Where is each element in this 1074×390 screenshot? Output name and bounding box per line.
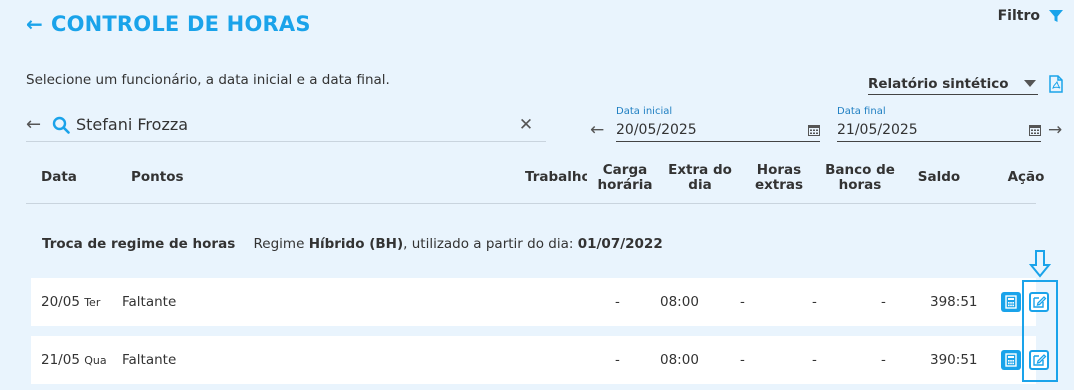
col-header-extra: Extra do dia [664,163,736,193]
start-date-label: Data inicial [616,106,673,117]
chevron-down-icon [1024,80,1036,87]
regime-prefix: Regime [253,236,309,252]
end-date-value[interactable]: 21/05/2025 [837,122,918,138]
calculator-icon[interactable] [1001,292,1021,312]
col-header-extra-line1: Extra do [668,162,732,178]
report-type-value: Relatório sintético [868,75,1009,92]
search-icon [52,116,70,134]
row-saldo: 398:51 [930,294,978,310]
row-carga: 08:00 [660,352,699,368]
row-date-value: 20/05 [41,294,80,310]
col-header-carga-line1: Carga [602,162,648,178]
page-title: CONTROLE DE HORAS [50,12,311,36]
row-pontos: Faltante [122,294,177,310]
clear-icon[interactable]: ✕ [506,115,546,135]
row-weekday: Qua [84,354,107,367]
col-header-trabalho: Trabalho [525,170,587,185]
employee-search-input[interactable]: Stefani Frozza [76,115,506,134]
filter-label: Filtro [997,8,1040,24]
table-header: Data Pontos Trabalho Carga horária Extra… [26,160,1044,204]
col-header-acao: Ação [1007,169,1045,185]
report-type-select[interactable]: Relatório sintético [868,73,1038,95]
col-header-extra-line2: dia [688,177,712,193]
regime-middle: , utilizado a partir do dia: [403,236,578,252]
row-extra: - [740,352,745,368]
col-header-pontos: Pontos [131,169,184,185]
instruction-text: Selecione um funcionário, a data inicial… [26,72,390,88]
regime-change-label: Troca de regime de horas [42,236,236,252]
row-date: 20/05 Ter [41,294,100,310]
end-date-field[interactable]: Data final 21/05/2025 [837,106,1041,142]
row-banco: - [881,352,886,368]
calculator-icon[interactable] [1001,350,1021,370]
col-header-data: Data [41,169,77,185]
col-header-carga: Carga horária [590,163,660,193]
row-pontos: Faltante [122,352,177,368]
row-trabalho: - [615,294,620,310]
end-date-label: Data final [837,106,886,117]
row-horas-extras: - [812,294,817,310]
col-header-carga-line2: horária [597,177,653,193]
col-header-banco: Banco de horas [821,163,899,193]
previous-employee-icon[interactable]: ← [26,114,52,135]
col-header-horas-extras: Horas extras [742,163,816,193]
employee-selector: ← Stefani Frozza ✕ [26,108,546,142]
col-header-saldo: Saldo [917,169,961,185]
filter-icon [1049,10,1063,22]
start-date-field[interactable]: Data inicial 20/05/2025 [616,106,820,142]
calendar-icon[interactable] [1029,124,1041,136]
row-trabalho: - [615,352,620,368]
row-saldo: 390:51 [930,352,978,368]
row-weekday: Ter [84,296,101,309]
col-header-horas-line2: extras [754,177,804,193]
start-date-value[interactable]: 20/05/2025 [616,122,697,138]
row-carga: 08:00 [660,294,699,310]
table-row: 20/05 Ter Faltante - 08:00 - - - 398:51 [31,278,1049,326]
col-header-horas-line1: Horas [756,162,802,178]
col-header-banco-line2: horas [838,177,882,193]
previous-period-icon[interactable]: ← [590,120,604,140]
next-period-icon[interactable]: → [1048,120,1062,140]
pdf-icon[interactable] [1048,75,1064,93]
col-header-banco-line1: Banco de [825,162,895,178]
regime-date: 01/07/2022 [577,236,663,252]
regime-change-info: Troca de regime de horas Regime Híbrido … [42,236,663,252]
row-horas-extras: - [812,352,817,368]
regime-name: Híbrido (BH) [308,236,404,252]
row-date-value: 21/05 [41,352,80,368]
row-date: 21/05 Qua [41,352,107,368]
page-header: ← CONTROLE DE HORAS [26,12,311,36]
down-arrow-icon [1029,250,1051,278]
filter-button[interactable]: Filtro [998,8,1064,24]
row-banco: - [881,294,886,310]
calendar-icon[interactable] [808,124,820,136]
table-row: 21/05 Qua Faltante - 08:00 - - - 390:51 [31,336,1049,384]
back-arrow-icon[interactable]: ← [26,12,43,36]
edit-column-highlight [1022,280,1058,382]
row-extra: - [740,294,745,310]
